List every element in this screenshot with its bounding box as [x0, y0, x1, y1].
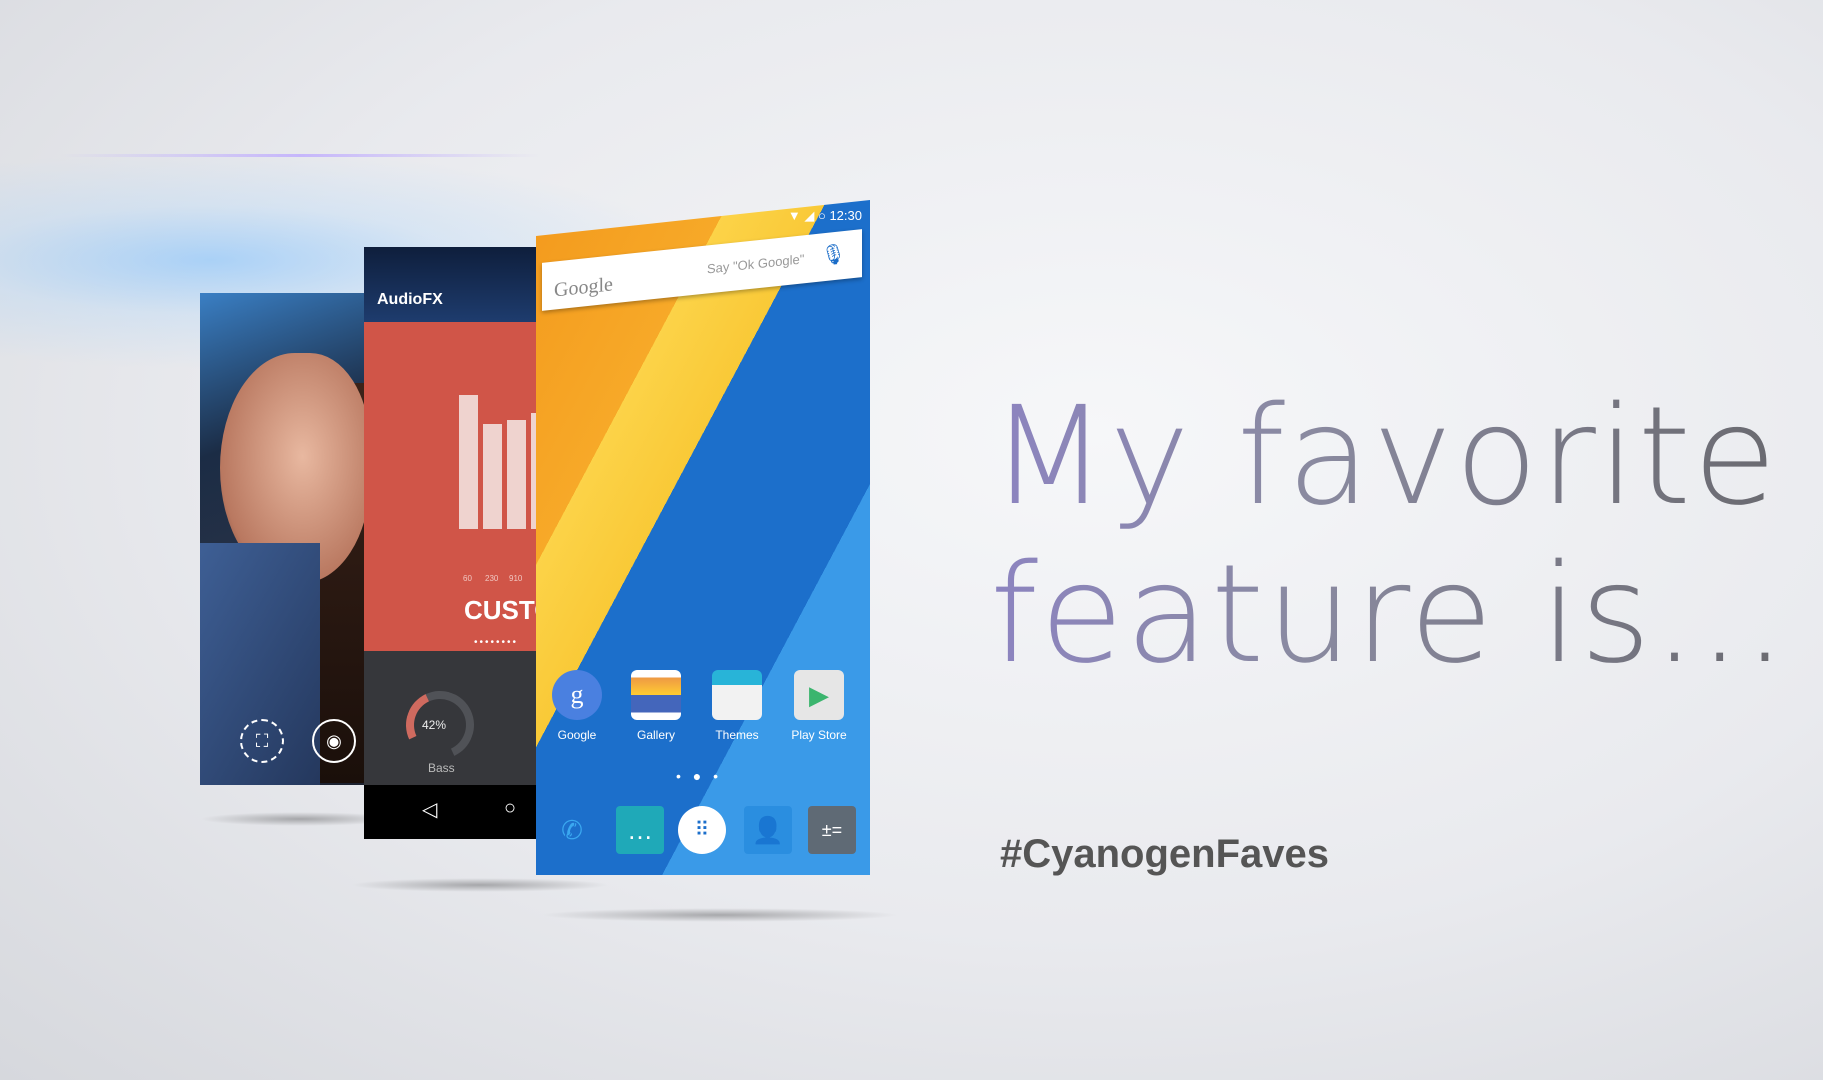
play-store-icon: ▶ [794, 670, 844, 720]
search-hint: Say "Ok Google" [707, 251, 805, 277]
phone-shadow [540, 908, 900, 922]
equalizer[interactable] [459, 377, 538, 529]
back-icon[interactable]: ◁ [422, 797, 437, 822]
status-bar: ▼ ◢ ○ 12:30 [788, 208, 862, 224]
bass-percent: 42% [422, 718, 447, 732]
wifi-icon: ▼ [787, 208, 801, 223]
app-themes[interactable]: ▥ Themes [702, 670, 772, 742]
app-play-store[interactable]: ▶ Play Store [784, 670, 854, 742]
signal-icon: ◢ [804, 208, 815, 223]
audiofx-screen: AudioFX 60 230 910 CUSTO •••••••• 42% Ba… [364, 247, 538, 839]
headline-line-2: feature is... [990, 536, 1789, 694]
gallery-icon: ▤ [631, 670, 681, 720]
google-logo: Google [554, 273, 613, 302]
eq-bar-910[interactable] [507, 419, 526, 529]
page-indicator[interactable]: • ● • [676, 768, 722, 784]
app-label: Themes [715, 728, 759, 742]
panorama-icon[interactable]: ⛶ [240, 719, 284, 763]
camera-icon[interactable]: ◉ [312, 719, 356, 763]
mic-icon[interactable]: 🎙 [821, 241, 846, 269]
bass-label: Bass [428, 761, 455, 775]
knob-panel: 42% Bass [364, 651, 538, 785]
app-drawer-icon[interactable]: ⠿ [678, 806, 726, 854]
phone-shadow [350, 878, 610, 892]
headline-line-1: My favorite [990, 378, 1779, 536]
preset-indicator: •••••••• [474, 637, 519, 648]
home-screen: ▼ ◢ ○ 12:30 Google Say "Ok Google" 🎙 g G… [536, 200, 870, 875]
clock: 12:30 [829, 208, 862, 223]
google-search-bar[interactable]: Google Say "Ok Google" 🎙 [542, 229, 862, 311]
calculator-icon[interactable]: ±= [808, 806, 856, 854]
camera-screen: ⛶ ◉ [200, 293, 364, 785]
google-icon: g [552, 670, 602, 720]
messaging-icon[interactable]: … [616, 806, 664, 854]
freq-label: 60 [463, 574, 472, 583]
eq-bar-60[interactable] [459, 395, 478, 529]
app-google[interactable]: g Google [542, 670, 612, 742]
nav-bar: ◁ ○ [364, 785, 538, 839]
lens-flare-streak [60, 154, 540, 157]
app-label: Play Store [791, 728, 847, 742]
app-gallery[interactable]: ▤ Gallery [621, 670, 691, 742]
freq-label: 230 [485, 574, 499, 583]
app-label: Gallery [636, 728, 675, 742]
app-title: AudioFX [364, 247, 538, 322]
app-label: Google [557, 728, 597, 742]
themes-icon: ▥ [712, 670, 762, 720]
hashtag[interactable]: #CyanogenFaves [1000, 832, 1329, 877]
battery-icon: ○ [817, 208, 826, 223]
freq-label: 910 [509, 574, 523, 583]
eq-bar-230[interactable] [483, 424, 502, 529]
home-icon[interactable]: ○ [504, 797, 516, 820]
phone-icon[interactable]: ✆ [548, 806, 596, 854]
contacts-icon[interactable]: 👤 [744, 806, 792, 854]
preset-name[interactable]: CUSTO [464, 595, 538, 626]
